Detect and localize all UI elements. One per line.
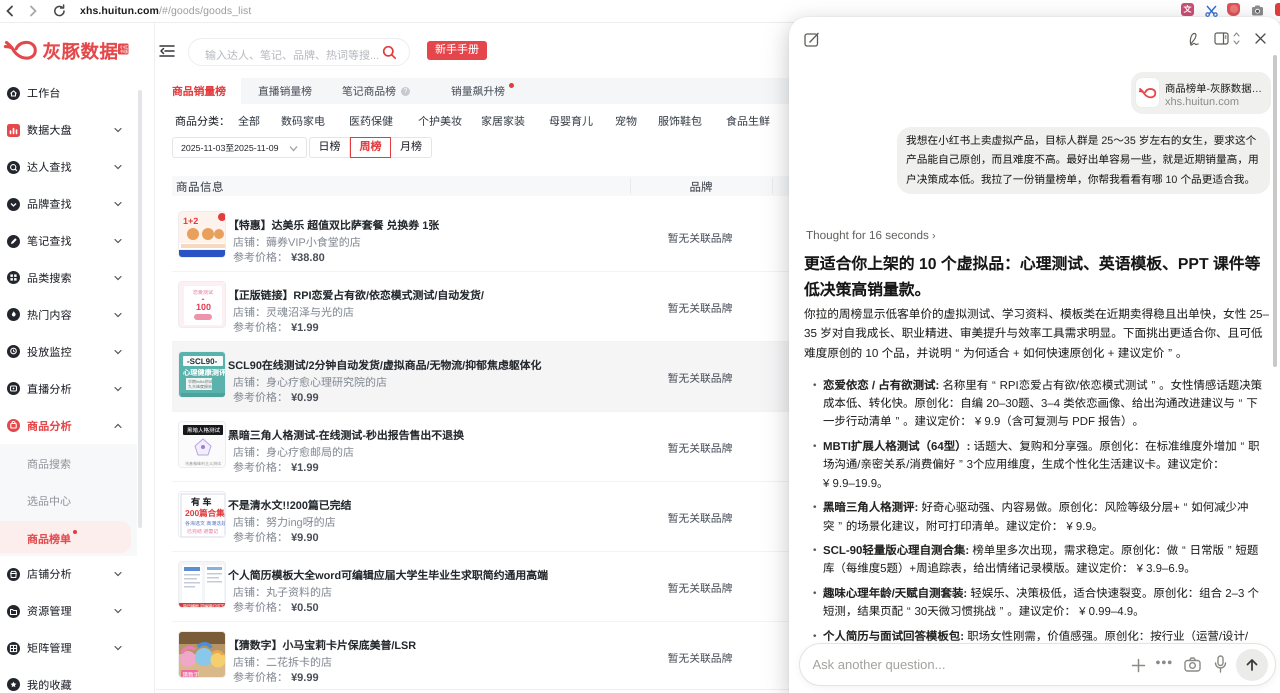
svg-text:简历模板 可编辑打印下载: 简历模板 可编辑打印下载 [183,604,226,609]
svg-text:马基雅维利主义测试: 马基雅维利主义测试 [185,461,221,466]
svg-text:黑暗人格测试: 黑暗人格测试 [187,427,221,434]
svg-text:猜数字: 猜数字 [183,672,200,679]
svg-text:书版: 书版 [120,49,129,55]
svg-text:200篇合集: 200篇合集 [185,508,225,518]
svg-text:-SCL90-: -SCL90- [187,357,218,366]
svg-text:1+2: 1+2 [183,216,198,226]
svg-text:九大维度报告: 九大维度报告 [188,384,212,389]
svg-text:各海选文 高潮迭起: 各海选文 高潮迭起 [185,520,226,527]
svg-text:灰豚数据: 灰豚数据 [43,41,119,62]
svg-text:100: 100 [196,302,211,312]
svg-text:有 车: 有 车 [191,497,212,507]
svg-text:心理健康测评: 心理健康测评 [183,368,226,377]
svg-text:恋爱测试: 恋爱测试 [193,289,213,296]
svg-text:已完结 避雷记: 已完结 避雷记 [187,528,218,535]
